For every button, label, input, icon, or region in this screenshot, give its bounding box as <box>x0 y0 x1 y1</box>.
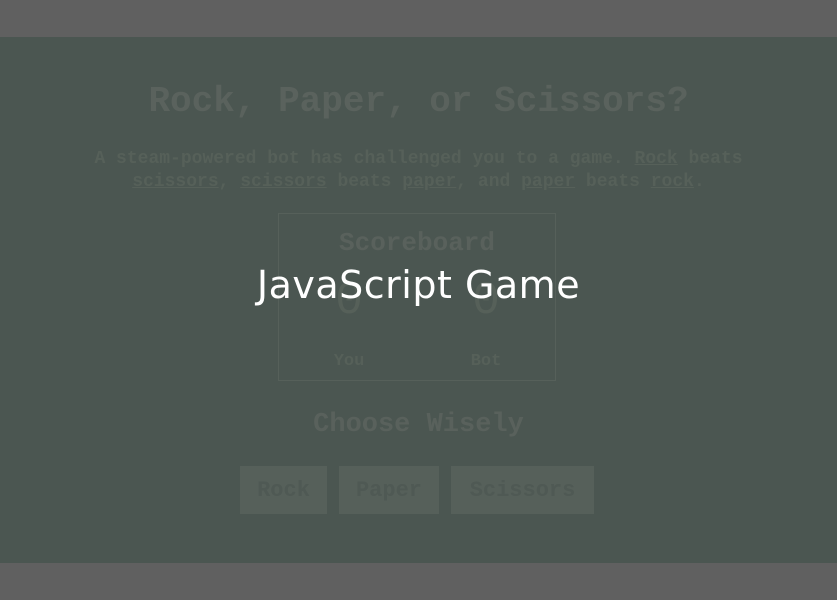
intro-text: , and <box>456 172 522 192</box>
game-title: Rock, Paper, or Scissors? <box>148 81 689 122</box>
scoreboard-title: Scoreboard <box>338 228 496 258</box>
intro-text: , <box>218 172 241 192</box>
intro-word-rock: rock <box>650 172 694 192</box>
intro-word-paper: paper <box>402 172 457 192</box>
player-score-label: You <box>333 352 365 371</box>
intro-word-scissors: scissors <box>132 172 219 192</box>
intro-text: . <box>693 172 705 192</box>
intro-text: A steam-powered bot has challenged you t… <box>94 149 635 169</box>
game-intro: A steam-powered bot has challenged you t… <box>50 148 787 194</box>
choose-heading: Choose Wisely <box>313 410 524 440</box>
bot-score-label: Bot <box>470 352 502 371</box>
intro-word-scissors: scissors <box>240 172 327 192</box>
intro-word-paper: paper <box>521 172 576 192</box>
scissors-button[interactable]: Scissors <box>451 466 594 514</box>
intro-text: beats <box>677 149 743 169</box>
intro-word-rock: Rock <box>634 149 678 169</box>
intro-text: beats <box>575 172 651 192</box>
top-frame-bar <box>0 0 837 37</box>
intro-text: beats <box>326 172 403 192</box>
rock-button[interactable]: Rock <box>240 466 327 514</box>
paper-button[interactable]: Paper <box>339 466 439 514</box>
bottom-frame-bar <box>0 563 837 600</box>
overlay-title: JavaScript Game <box>256 263 581 307</box>
